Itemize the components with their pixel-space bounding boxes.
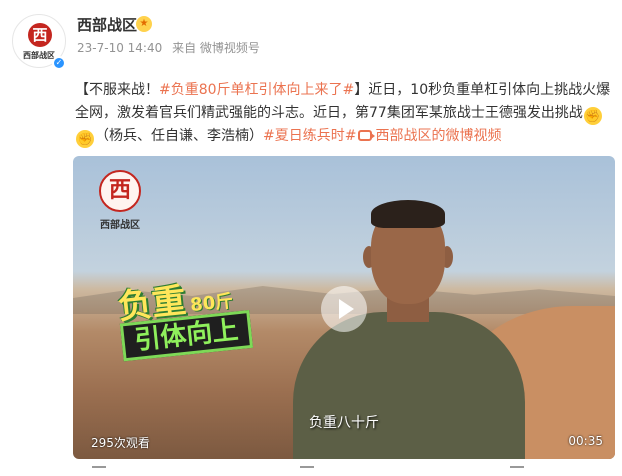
fist-emoji-icon: ✊ — [76, 130, 94, 148]
post-time[interactable]: 23-7-10 14:40 — [77, 41, 162, 55]
play-button-icon[interactable] — [321, 286, 367, 332]
like-icon[interactable] — [510, 466, 524, 476]
fist-emoji-icon: ✊ — [583, 107, 602, 125]
watermark-caption: 西部战区 — [100, 220, 140, 231]
video-player[interactable]: 西 西部战区 负重 80斤 引体向上 负重八十斤 295次观看 00:35 — [73, 156, 615, 459]
video-duration: 00:35 — [568, 434, 603, 448]
post-text: 【不服来战！#负重80斤单杠引体向上来了#】近日，10秒负重单杠引体向上挑战火爆… — [75, 79, 615, 148]
vip-badge-icon[interactable]: ★ — [136, 16, 152, 32]
comment-icon[interactable] — [300, 466, 314, 476]
action-bar — [0, 466, 622, 476]
share-icon[interactable] — [92, 466, 106, 476]
verified-icon: ✓ — [52, 56, 66, 70]
watermark-logo: 西 西部战区 — [91, 170, 149, 232]
view-count: 295次观看 — [91, 436, 150, 450]
soldier-body — [293, 312, 525, 459]
avatar-seal: 西 — [28, 23, 52, 47]
author-name[interactable]: 西部战区 — [77, 14, 137, 35]
overlay-line2: 引体向上 — [133, 315, 240, 357]
video-link-icon[interactable] — [358, 130, 376, 141]
video-subtitle: 负重八十斤 — [309, 415, 379, 431]
text-part1: 【不服来战！ — [75, 82, 159, 98]
text-part3: （杨兵、任自谦、李浩楠） — [95, 128, 263, 144]
video-link[interactable]: 西部战区的微博视频 — [375, 128, 501, 144]
post-meta: 23-7-10 14:40 来自 微博视频号 — [77, 39, 266, 56]
topic-link-1[interactable]: #负重80斤单杠引体向上来了# — [159, 82, 354, 98]
post-source[interactable]: 来自 微博视频号 — [172, 41, 260, 55]
topic-link-2[interactable]: #夏日练兵时# — [263, 128, 356, 144]
watermark-char: 西 — [108, 178, 131, 203]
soldier-hair — [371, 200, 445, 228]
video-title-overlay: 负重 80斤 引体向上 — [115, 261, 307, 362]
